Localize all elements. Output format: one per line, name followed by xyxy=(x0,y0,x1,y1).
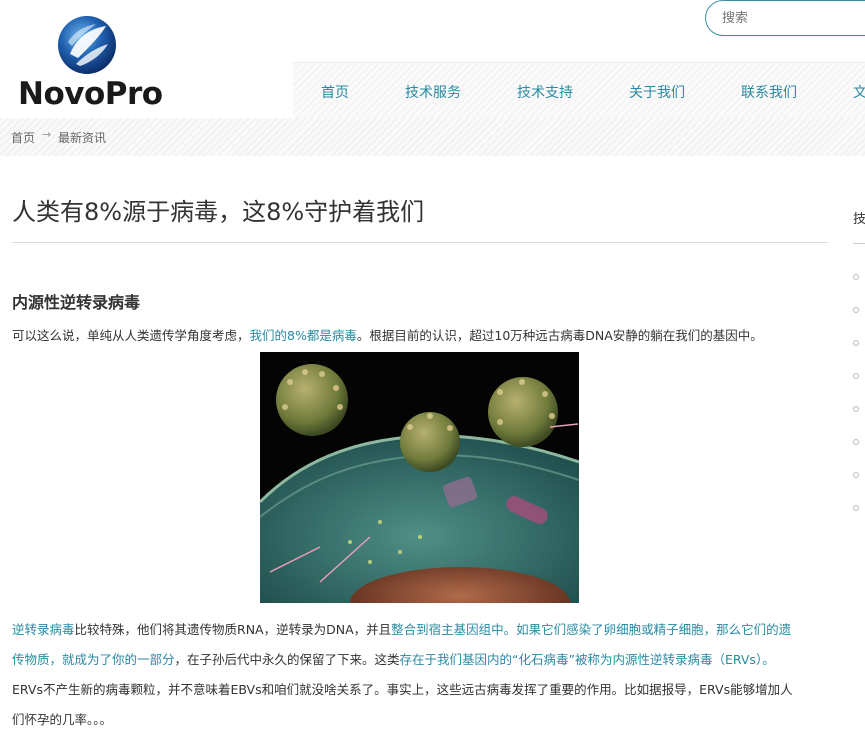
breadcrumb-home-link[interactable]: 首页 xyxy=(11,129,35,146)
novopro-logo-icon[interactable] xyxy=(56,14,118,76)
intro-highlight-link[interactable]: 我们的8%都是病毒 xyxy=(250,328,357,343)
sidebar-bullet-icon[interactable] xyxy=(853,274,859,280)
section-heading: 内源性逆转录病毒 xyxy=(12,293,141,312)
virus-illustration-image xyxy=(260,352,579,603)
virus-cell-illustration xyxy=(260,352,579,603)
logo-wordmark[interactable]: NovoPro xyxy=(18,76,163,112)
sidebar-bullet-icon[interactable] xyxy=(853,406,859,412)
nav-item-home[interactable]: 首页 xyxy=(321,82,349,102)
sidebar-bullet-icon[interactable] xyxy=(853,373,859,379)
nav-item-about-us[interactable]: 关于我们 xyxy=(629,82,685,102)
nav-item-tech-support[interactable]: 技术支持 xyxy=(517,82,573,102)
paragraph-retrovirus: 逆转录病毒比较特殊，他们将其遗传物质RNA，逆转录为DNA，并且整合到宿主基因组… xyxy=(12,615,832,735)
arrow-right-icon: → xyxy=(42,128,52,141)
retrovirus-text: 比较特殊，他们将其遗传物质RNA，逆转录为DNA，并且 xyxy=(74,622,392,637)
sidebar-bullet-icon[interactable] xyxy=(853,340,859,346)
nav-item-contact-us[interactable]: 联系我们 xyxy=(741,82,797,102)
paragraph-intro: 可以这么说，单纯从人类遗传学角度考虑，我们的8%都是病毒。根据目前的认识，超过1… xyxy=(12,321,832,351)
page-title: 人类有8%源于病毒，这8%守护着我们 xyxy=(12,198,425,226)
retrovirus-link[interactable]: 逆转录病毒 xyxy=(12,622,75,637)
sidebar-bullet-icon[interactable] xyxy=(853,439,859,445)
main-nav: 首页 技术服务 技术支持 关于我们 联系我们 文 xyxy=(293,62,865,120)
breadcrumb: 首页 → 最新资讯 xyxy=(0,118,865,156)
ervs-text-2: 们怀孕的几率。。。 xyxy=(12,712,113,727)
ervs-text: ERVs不产生新的病毒颗粒，并不意味着EBVs和咱们就没啥关系了。事实上，这些远… xyxy=(12,682,793,697)
sidebar-title: 技 xyxy=(853,212,865,227)
intro-text: 可以这么说，单纯从人类遗传学角度考虑， xyxy=(12,328,250,343)
sidebar-bullet-icon[interactable] xyxy=(853,307,859,313)
sidebar-bullet-icon[interactable] xyxy=(853,505,859,511)
sidebar-divider xyxy=(853,243,865,244)
intro-text-cont: 。根据目前的认识，超过10万种远古病毒DNA安静的躺在我们的基因中。 xyxy=(356,328,763,343)
genetic-material-highlight[interactable]: 传物质，就成为了你的一部分 xyxy=(12,652,175,667)
nav-item-more[interactable]: 文 xyxy=(853,82,865,102)
fossil-virus-highlight[interactable]: 存在于我们基因内的“化石病毒”被称为内源性逆转录病毒（ERVs）。 xyxy=(400,652,775,667)
title-divider xyxy=(12,242,828,243)
search-input[interactable] xyxy=(705,0,865,36)
breadcrumb-current[interactable]: 最新资讯 xyxy=(58,129,106,146)
retrovirus-text-2: ，在子孙后代中永久的保留了下来。这类 xyxy=(174,652,400,667)
nav-item-tech-services[interactable]: 技术服务 xyxy=(405,82,461,102)
integration-highlight[interactable]: 整合到宿主基因组中。如果它们感染了卵细胞或精子细胞，那么它们的遗 xyxy=(391,622,791,637)
sidebar-bullet-icon[interactable] xyxy=(853,472,859,478)
